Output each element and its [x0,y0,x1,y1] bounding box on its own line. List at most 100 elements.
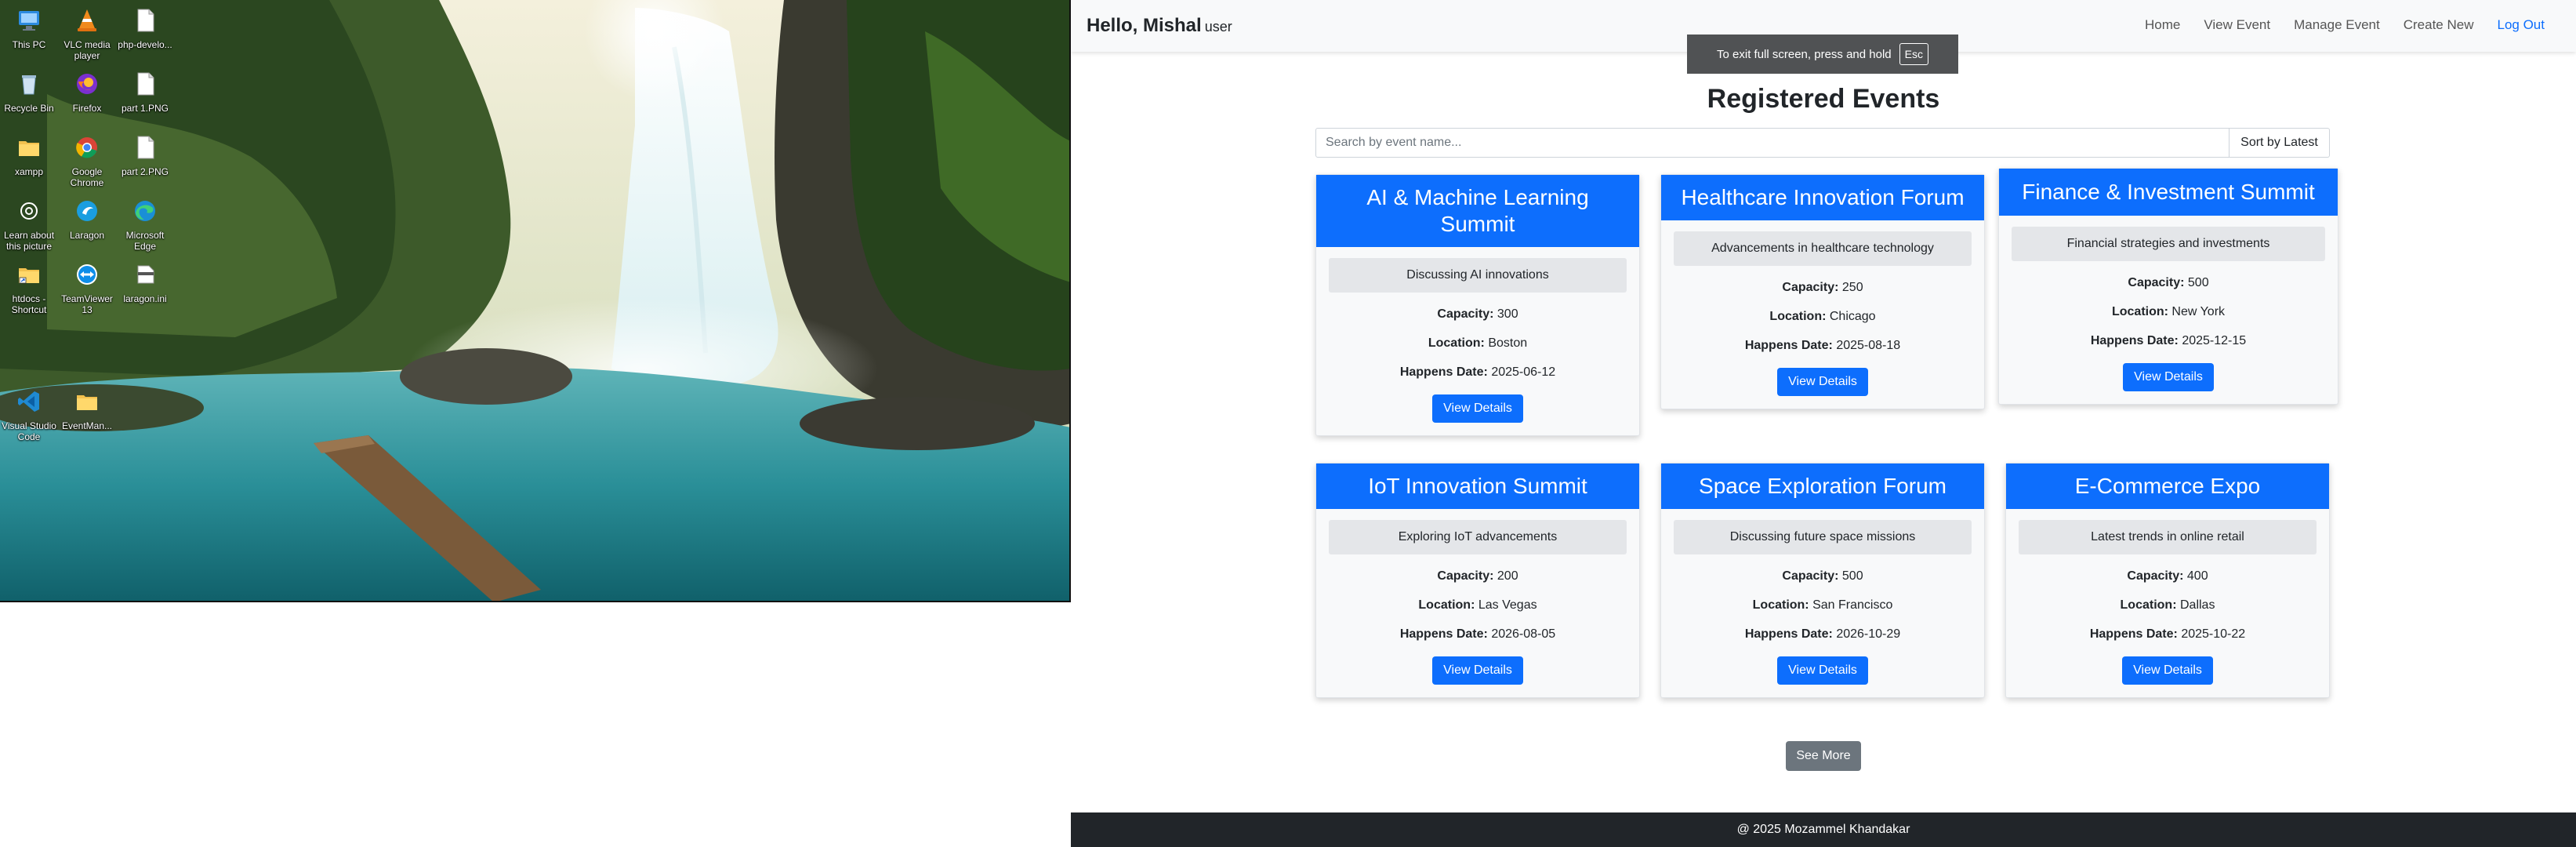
location-label: Location: [2120,598,2177,612]
nav-link-home[interactable]: Home [2145,17,2180,33]
desktop-icon-label: part 1.PNG [121,103,169,114]
event-location: Location: New York [2012,305,2325,319]
desktop-icon[interactable]: php-develo... [116,3,174,50]
view-details-button[interactable]: View Details [1432,656,1523,685]
event-card: E-Commerce Expo Latest trends in online r… [2005,463,2330,698]
capacity-label: Capacity: [1782,281,1839,294]
event-title: IoT Innovation Summit [1316,463,1639,509]
location-label: Location: [1752,598,1809,612]
event-description: Financial strategies and investments [2012,227,2325,261]
nav-link-view-event[interactable]: View Event [2204,17,2270,33]
desktop-icon[interactable]: Learn about this picture [0,194,58,252]
desktop-icon-label: xampp [14,166,44,177]
capacity-label: Capacity: [1782,569,1839,583]
desktop-icon[interactable]: EventMan... [58,384,116,431]
desktop-icon-label: Laragon [69,230,105,241]
event-capacity: Capacity: 500 [1674,569,1972,583]
event-card: Healthcare Innovation Forum Advancements … [1660,174,1985,409]
fullscreen-notice-text: To exit full screen, press and hold [1717,47,1892,61]
view-details-button[interactable]: View Details [1777,368,1868,396]
desktop-icon[interactable]: Google Chrome [58,130,116,188]
event-card-body: Discussing future space missions Capacity… [1661,509,1984,697]
event-title: E-Commerce Expo [2006,463,2329,509]
event-search-input[interactable] [1315,128,2230,158]
event-card: AI & Machine Learning Summit Discussing A… [1315,174,1640,436]
desktop-icon-label: Microsoft Edge [125,230,165,252]
event-location: Location: Dallas [2019,598,2317,613]
desktop-icon[interactable]: laragon.ini [116,257,174,304]
nav-links: Home View Event Manage Event Create New … [2145,17,2545,33]
image-file-icon [128,130,162,165]
desktop-icon[interactable]: xampp [0,130,58,177]
ini-file-icon [128,257,162,292]
desktop-icon[interactable]: htdocs - Shortcut [0,257,58,315]
vlc-cone-icon [70,3,104,38]
event-description: Advancements in healthcare technology [1674,231,1972,266]
event-title: Space Exploration Forum [1661,463,1984,509]
desktop-icon-label: VLC media player [63,39,111,61]
date-label: Happens Date: [1744,339,1833,352]
date-value: 2026-10-29 [1836,627,1901,641]
user-greeting: Hello, Mishal user [1087,15,1232,37]
capacity-label: Capacity: [2128,276,2185,289]
view-details-button[interactable]: View Details [1432,394,1523,423]
desktop-icon[interactable]: Microsoft Edge [116,194,174,252]
capacity-value: 300 [1497,307,1518,321]
event-date: Happens Date: 2026-10-29 [1674,627,1972,642]
event-location: Location: San Francisco [1674,598,1972,613]
desktop-icon-label: php-develo... [118,39,172,50]
event-description: Exploring IoT advancements [1329,520,1627,554]
capacity-label: Capacity: [1437,307,1494,321]
sort-button[interactable]: Sort by Latest [2230,128,2330,158]
fullscreen-exit-notice: To exit full screen, press and hold Esc [1687,35,1958,74]
date-label: Happens Date: [1744,627,1833,641]
desktop-icon-label: htdocs - Shortcut [11,293,47,315]
desktop-icon-label: laragon.ini [123,293,167,304]
desktop-icon[interactable]: Firefox [58,67,116,114]
event-description: Latest trends in online retail [2019,520,2317,554]
desktop-icon[interactable]: Recycle Bin [0,67,58,114]
date-label: Happens Date: [1399,627,1488,641]
event-title: Finance & Investment Summit [1999,169,2338,216]
capacity-label: Capacity: [1437,569,1494,583]
capacity-value: 500 [2187,276,2209,289]
nav-link-log-out[interactable]: Log Out [2498,17,2545,33]
desktop-icon[interactable]: VLC media player [58,3,116,61]
desktop-icon[interactable]: TeamViewer 13 [58,257,116,315]
desktop-icon[interactable]: Visual Studio Code [0,384,58,442]
desktop-icon[interactable]: part 2.PNG [116,130,174,177]
event-description: Discussing AI innovations [1329,258,1627,293]
see-more-button[interactable]: See More [1786,741,1861,771]
capacity-value: 400 [2186,569,2208,583]
greeting-text: Hello, Mishal [1087,15,1202,36]
desktop-icon[interactable]: part 1.PNG [116,67,174,114]
location-value: Las Vegas [1478,598,1537,612]
event-date: Happens Date: 2025-08-18 [1674,339,1972,353]
view-details-button[interactable]: View Details [1777,656,1868,685]
desktop-icon[interactable]: This PC [0,3,58,50]
location-value: Dallas [2179,598,2215,612]
capacity-value: 500 [1841,569,1863,583]
view-details-button[interactable]: View Details [2122,656,2213,685]
event-date: Happens Date: 2026-08-05 [1329,627,1627,642]
page-footer: @ 2025 Mozammel Khandakar [1071,812,2576,847]
capacity-label: Capacity: [2127,569,2184,583]
desktop-icon-label: EventMan... [61,420,113,431]
edge-icon [128,194,162,228]
desktop-icon-label: Recycle Bin [4,103,54,114]
folder-shortcut-icon [12,257,46,292]
event-card-body: Latest trends in online retail Capacity: … [2006,509,2329,697]
view-details-button[interactable]: View Details [2123,363,2214,391]
event-date: Happens Date: 2025-10-22 [2019,627,2317,642]
location-value: Chicago [1829,310,1876,323]
nav-link-manage-event[interactable]: Manage Event [2294,17,2380,33]
event-capacity: Capacity: 250 [1674,281,1972,295]
date-label: Happens Date: [2090,334,2179,347]
event-card-body: Discussing AI innovations Capacity: 300 Lo… [1316,247,1639,435]
desktop-icon[interactable]: Laragon [58,194,116,241]
event-capacity: Capacity: 400 [2019,569,2317,583]
nav-link-create-new[interactable]: Create New [2404,17,2474,33]
event-capacity: Capacity: 300 [1329,307,1627,322]
date-value: 2025-12-15 [2182,334,2247,347]
location-value: New York [2171,305,2226,318]
